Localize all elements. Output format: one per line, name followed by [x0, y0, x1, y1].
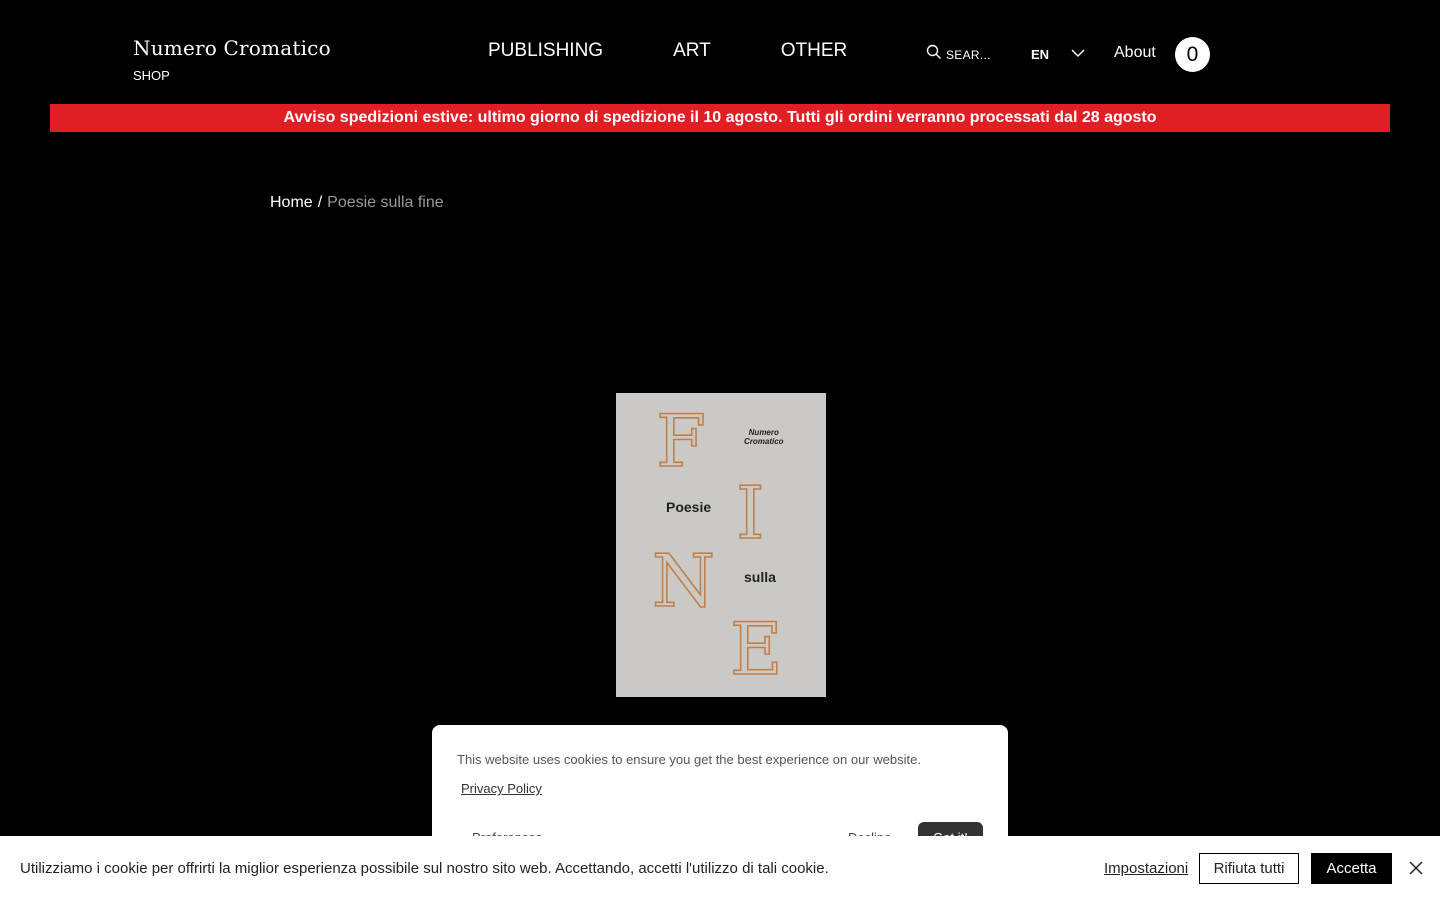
nav-item-publishing[interactable]: PUBLISHING [488, 40, 603, 62]
cover-letter-f: F [655, 399, 707, 483]
product-image[interactable]: F I N E Numero Cromatico Poesie sulla [616, 393, 826, 697]
language-selector[interactable]: EN [1031, 45, 1085, 63]
cover-publisher-line2: Cromatico [744, 436, 784, 446]
cover-letter-i: I [735, 471, 765, 555]
cover-word-poesie: Poesie [666, 499, 712, 515]
cart-count: 0 [1186, 42, 1199, 66]
close-icon[interactable] [1408, 860, 1424, 876]
cookie-settings-link[interactable]: Impostazioni [1104, 860, 1188, 877]
nav-item-other[interactable]: OTHER [781, 40, 848, 62]
brand[interactable]: Numero Cromatico SHOP [133, 36, 331, 83]
about-link[interactable]: About [1114, 44, 1156, 62]
nav-item-art[interactable]: ART [673, 40, 711, 62]
cookie-bar: Utilizziamo i cookie per offrirti la mig… [0, 836, 1440, 900]
cover-letter-e: E [729, 607, 783, 691]
main-nav: PUBLISHING ART OTHER [488, 40, 847, 62]
cart-button[interactable]: 0 [1175, 37, 1210, 72]
chevron-down-icon [1049, 45, 1085, 63]
brand-subtitle: SHOP [133, 68, 170, 83]
breadcrumb-current: Poesie sulla fine [327, 194, 444, 211]
brand-name[interactable]: Numero Cromatico [133, 36, 331, 60]
search-input[interactable]: SEAR... [926, 44, 991, 65]
privacy-policy-link[interactable]: Privacy Policy [461, 781, 542, 796]
cover-word-sulla: sulla [744, 569, 776, 585]
cover-letter-n: N [651, 539, 716, 623]
shipping-notice-text: Avviso spedizioni estive: ultimo giorno … [283, 109, 1157, 126]
cookie-card-text: This website uses cookies to ensure you … [457, 752, 921, 767]
language-label: EN [1031, 46, 1050, 62]
shipping-notice-banner: Avviso spedizioni estive: ultimo giorno … [50, 104, 1390, 132]
breadcrumb-home[interactable]: Home [270, 194, 313, 212]
cookie-reject-all-button[interactable]: Rifiuta tutti [1199, 853, 1299, 884]
cookie-bar-accept-button[interactable]: Accetta [1311, 853, 1392, 884]
breadcrumb: Home / Poesie sulla fine [270, 194, 444, 212]
search-icon [926, 44, 942, 65]
search-placeholder: SEAR... [946, 47, 991, 62]
cookie-bar-text: Utilizziamo i cookie per offrirti la mig… [20, 860, 829, 877]
breadcrumb-separator: / [317, 194, 323, 211]
cover-publisher: Numero Cromatico [744, 428, 784, 447]
